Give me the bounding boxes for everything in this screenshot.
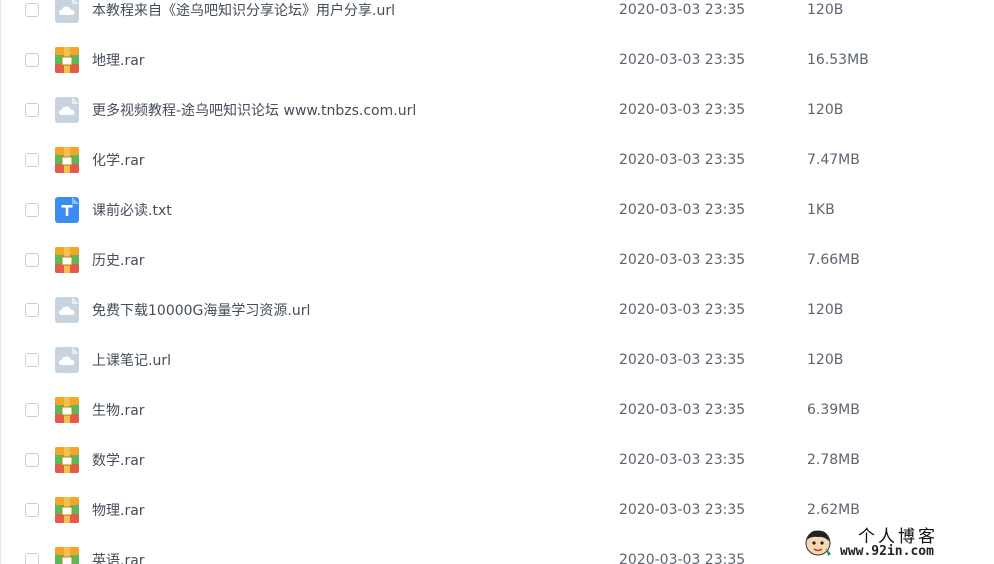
file-name[interactable]: 英语.rar <box>92 550 145 564</box>
watermark: 个人博客 www.92in.com <box>796 524 988 562</box>
file-name[interactable]: 历史.rar <box>92 250 145 270</box>
file-name[interactable]: 上课笔记.url <box>92 350 171 370</box>
file-row[interactable]: 本教程来自《途乌吧知识分享论坛》用户分享.url 2020-03-03 23:35… <box>1 0 994 35</box>
file-name[interactable]: 更多视频教程-途乌吧知识论坛 www.tnbzs.com.url <box>92 100 416 120</box>
file-list: 本教程来自《途乌吧知识分享论坛》用户分享.url 2020-03-03 23:35… <box>1 0 994 564</box>
watermark-url: www.92in.com <box>840 544 934 559</box>
file-size: 6.39MB <box>807 402 860 418</box>
file-date: 2020-03-03 23:35 <box>619 252 746 268</box>
file-row[interactable]: 地理.rar 2020-03-03 23:35 16.53MB <box>1 35 994 85</box>
file-size: 7.66MB <box>807 252 860 268</box>
file-name[interactable]: 免费下载10000G海量学习资源.url <box>92 300 310 320</box>
select-checkbox[interactable] <box>25 153 39 167</box>
file-size: 16.53MB <box>807 52 869 68</box>
archive-icon <box>55 147 79 173</box>
file-date: 2020-03-03 23:35 <box>619 552 746 564</box>
file-date: 2020-03-03 23:35 <box>619 52 746 68</box>
file-name[interactable]: 数学.rar <box>92 450 145 470</box>
select-checkbox[interactable] <box>25 553 39 564</box>
select-checkbox[interactable] <box>25 53 39 67</box>
file-row[interactable]: 上课笔记.url 2020-03-03 23:35 120B <box>1 335 994 385</box>
file-date: 2020-03-03 23:35 <box>619 202 746 218</box>
file-size: 120B <box>807 302 844 318</box>
archive-icon <box>55 397 79 423</box>
file-size: 7.47MB <box>807 152 860 168</box>
file-date: 2020-03-03 23:35 <box>619 2 746 18</box>
file-size: 120B <box>807 102 844 118</box>
archive-icon <box>55 47 79 73</box>
file-size: 1KB <box>807 202 835 218</box>
file-row[interactable]: 课前必读.txt 2020-03-03 23:35 1KB <box>1 185 994 235</box>
select-checkbox[interactable] <box>25 203 39 217</box>
file-row[interactable]: 数学.rar 2020-03-03 23:35 2.78MB <box>1 435 994 485</box>
file-date: 2020-03-03 23:35 <box>619 352 746 368</box>
file-size: 2.62MB <box>807 502 860 518</box>
file-row[interactable]: 化学.rar 2020-03-03 23:35 7.47MB <box>1 135 994 185</box>
select-checkbox[interactable] <box>25 103 39 117</box>
file-date: 2020-03-03 23:35 <box>619 102 746 118</box>
select-checkbox[interactable] <box>25 503 39 517</box>
select-checkbox[interactable] <box>25 353 39 367</box>
file-row[interactable]: 历史.rar 2020-03-03 23:35 7.66MB <box>1 235 994 285</box>
file-size: 120B <box>807 352 844 368</box>
text-file-icon <box>55 197 79 223</box>
file-row[interactable]: 免费下载10000G海量学习资源.url 2020-03-03 23:35 120B <box>1 285 994 335</box>
cloud-link-icon <box>55 297 79 323</box>
file-name[interactable]: 物理.rar <box>92 500 145 520</box>
file-size: 120B <box>807 2 844 18</box>
file-date: 2020-03-03 23:35 <box>619 152 746 168</box>
cloud-link-icon <box>55 347 79 373</box>
file-name[interactable]: 生物.rar <box>92 400 145 420</box>
select-checkbox[interactable] <box>25 253 39 267</box>
select-checkbox[interactable] <box>25 403 39 417</box>
archive-icon <box>55 497 79 523</box>
file-list-panel: 本教程来自《途乌吧知识分享论坛》用户分享.url 2020-03-03 23:35… <box>0 0 994 564</box>
file-name[interactable]: 化学.rar <box>92 150 145 170</box>
file-name[interactable]: 地理.rar <box>92 50 145 70</box>
select-checkbox[interactable] <box>25 303 39 317</box>
file-date: 2020-03-03 23:35 <box>619 452 746 468</box>
file-row[interactable]: 更多视频教程-途乌吧知识论坛 www.tnbzs.com.url 2020-03-… <box>1 85 994 135</box>
archive-icon <box>55 247 79 273</box>
watermark-avatar-icon <box>805 530 831 556</box>
file-size: 2.78MB <box>807 452 860 468</box>
file-date: 2020-03-03 23:35 <box>619 402 746 418</box>
file-name[interactable]: 课前必读.txt <box>92 200 172 220</box>
cloud-link-icon <box>55 0 79 23</box>
select-checkbox[interactable] <box>25 453 39 467</box>
file-date: 2020-03-03 23:35 <box>619 302 746 318</box>
select-checkbox[interactable] <box>25 3 39 17</box>
file-row[interactable]: 生物.rar 2020-03-03 23:35 6.39MB <box>1 385 994 435</box>
file-date: 2020-03-03 23:35 <box>619 502 746 518</box>
cloud-link-icon <box>55 97 79 123</box>
archive-icon <box>55 447 79 473</box>
file-name[interactable]: 本教程来自《途乌吧知识分享论坛》用户分享.url <box>92 0 395 20</box>
archive-icon <box>55 547 79 564</box>
